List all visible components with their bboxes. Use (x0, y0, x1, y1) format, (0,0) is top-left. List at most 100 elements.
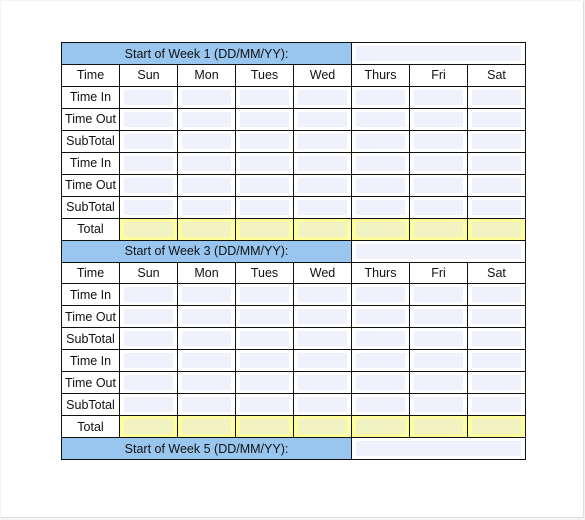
input-field[interactable] (240, 89, 289, 105)
input-field[interactable] (356, 419, 405, 434)
input-field[interactable] (414, 331, 463, 346)
input-field[interactable] (298, 353, 347, 368)
input-field[interactable] (240, 309, 289, 324)
time-cell[interactable] (351, 195, 410, 219)
input-field[interactable] (124, 287, 173, 302)
total-cell[interactable] (177, 415, 236, 438)
total-cell[interactable] (351, 217, 410, 241)
input-field[interactable] (472, 221, 521, 237)
input-field[interactable] (124, 353, 173, 368)
time-cell[interactable] (177, 85, 236, 109)
input-field[interactable] (182, 331, 231, 346)
input-field[interactable] (182, 177, 231, 193)
input-field[interactable] (356, 155, 405, 171)
time-cell[interactable] (177, 173, 236, 197)
input-field[interactable] (124, 133, 173, 149)
total-cell[interactable] (119, 415, 178, 438)
input-field[interactable] (298, 287, 347, 302)
time-cell[interactable] (351, 327, 410, 350)
time-cell[interactable] (235, 349, 294, 372)
input-field[interactable] (472, 331, 521, 346)
time-cell[interactable] (119, 151, 178, 175)
time-cell[interactable] (235, 173, 294, 197)
input-field[interactable] (298, 155, 347, 171)
time-cell[interactable] (235, 393, 294, 416)
input-field[interactable] (356, 397, 405, 412)
input-field[interactable] (182, 133, 231, 149)
input-field[interactable] (182, 419, 231, 434)
time-cell[interactable] (351, 173, 410, 197)
time-cell[interactable] (351, 129, 410, 153)
time-cell[interactable] (119, 327, 178, 350)
time-cell[interactable] (293, 327, 352, 350)
total-cell[interactable] (351, 415, 410, 438)
input-field[interactable] (240, 111, 289, 127)
time-cell[interactable] (293, 393, 352, 416)
input-field[interactable] (356, 89, 405, 105)
time-cell[interactable] (467, 371, 526, 394)
date-input[interactable] (356, 441, 521, 456)
time-cell[interactable] (119, 393, 178, 416)
time-cell[interactable] (293, 129, 352, 153)
input-field[interactable] (240, 155, 289, 171)
input-field[interactable] (356, 111, 405, 127)
input-field[interactable] (472, 155, 521, 171)
input-field[interactable] (414, 133, 463, 149)
time-cell[interactable] (351, 371, 410, 394)
input-field[interactable] (472, 199, 521, 215)
total-cell[interactable] (235, 217, 294, 241)
input-field[interactable] (414, 397, 463, 412)
time-cell[interactable] (409, 393, 468, 416)
input-field[interactable] (298, 133, 347, 149)
input-field[interactable] (472, 89, 521, 105)
input-field[interactable] (298, 375, 347, 390)
time-cell[interactable] (235, 305, 294, 328)
input-field[interactable] (356, 133, 405, 149)
input-field[interactable] (298, 419, 347, 434)
time-cell[interactable] (293, 305, 352, 328)
input-field[interactable] (356, 177, 405, 193)
total-cell[interactable] (293, 415, 352, 438)
input-field[interactable] (298, 111, 347, 127)
input-field[interactable] (356, 331, 405, 346)
time-cell[interactable] (177, 327, 236, 350)
time-cell[interactable] (467, 349, 526, 372)
time-cell[interactable] (235, 85, 294, 109)
time-cell[interactable] (409, 195, 468, 219)
input-field[interactable] (182, 353, 231, 368)
total-cell[interactable] (409, 217, 468, 241)
week-start-date-field[interactable] (351, 42, 526, 65)
time-cell[interactable] (177, 195, 236, 219)
time-cell[interactable] (351, 283, 410, 306)
time-cell[interactable] (351, 393, 410, 416)
total-cell[interactable] (293, 217, 352, 241)
time-cell[interactable] (177, 107, 236, 131)
input-field[interactable] (124, 155, 173, 171)
input-field[interactable] (472, 133, 521, 149)
input-field[interactable] (356, 309, 405, 324)
time-cell[interactable] (177, 371, 236, 394)
input-field[interactable] (414, 221, 463, 237)
input-field[interactable] (414, 419, 463, 434)
input-field[interactable] (298, 331, 347, 346)
date-input[interactable] (356, 243, 521, 259)
input-field[interactable] (414, 155, 463, 171)
time-cell[interactable] (467, 107, 526, 131)
time-cell[interactable] (235, 327, 294, 350)
input-field[interactable] (298, 177, 347, 193)
time-cell[interactable] (235, 283, 294, 306)
time-cell[interactable] (351, 107, 410, 131)
total-cell[interactable] (177, 217, 236, 241)
time-cell[interactable] (409, 371, 468, 394)
time-cell[interactable] (409, 129, 468, 153)
input-field[interactable] (240, 133, 289, 149)
input-field[interactable] (298, 89, 347, 105)
time-cell[interactable] (409, 305, 468, 328)
input-field[interactable] (124, 309, 173, 324)
input-field[interactable] (414, 199, 463, 215)
input-field[interactable] (124, 177, 173, 193)
time-cell[interactable] (467, 173, 526, 197)
time-cell[interactable] (177, 283, 236, 306)
input-field[interactable] (472, 111, 521, 127)
time-cell[interactable] (351, 85, 410, 109)
